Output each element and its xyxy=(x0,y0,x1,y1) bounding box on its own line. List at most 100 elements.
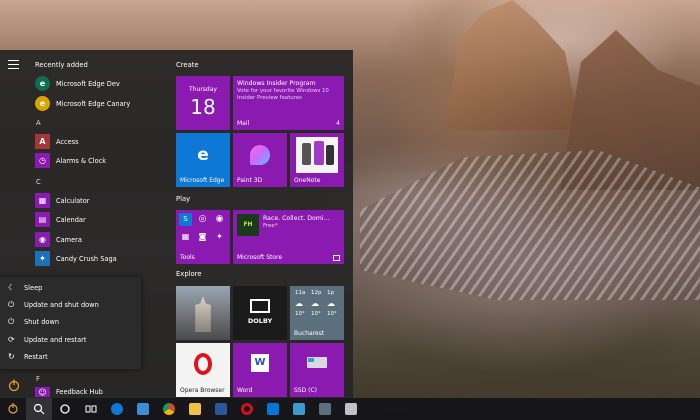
app-label: Feedback Hub xyxy=(56,388,103,396)
paint3d-label: Paint 3D xyxy=(237,177,263,184)
opera-icon xyxy=(194,353,212,375)
microsoft-store-tile[interactable]: FH Race. Collect. Domi... Free* Microsof… xyxy=(233,210,344,264)
onenote-taskbar-icon[interactable] xyxy=(260,398,286,420)
weather-temp: 10° xyxy=(295,311,305,317)
weather-time: 12p xyxy=(311,290,322,296)
calendar-icon: ▤ xyxy=(35,212,50,227)
app-item-edge-dev[interactable]: e Microsoft Edge Dev xyxy=(35,75,120,92)
store-label: Microsoft Store xyxy=(237,254,283,261)
photos-taskbar-icon[interactable] xyxy=(312,398,338,420)
app-item-feedback-hub[interactable]: ☺ Feedback Hub xyxy=(35,387,103,397)
power-shutdown[interactable]: ⏻ Shut down xyxy=(0,313,141,330)
power-button[interactable] xyxy=(5,376,23,394)
dolby-icon xyxy=(250,299,270,313)
calendar-tile[interactable]: Thursday 18 xyxy=(176,76,230,130)
power-label: Restart xyxy=(24,352,48,361)
update-restart-icon: ⟳ xyxy=(8,335,15,344)
skype-icon: S xyxy=(179,213,192,226)
power-icon: ⏻ xyxy=(8,316,15,326)
mail-label: Mail xyxy=(237,120,250,127)
start-button[interactable] xyxy=(0,398,26,420)
app-item-edge-canary[interactable]: e Microsoft Edge Canary xyxy=(35,95,130,112)
letter-header-f[interactable]: F xyxy=(36,375,40,383)
search-icon[interactable] xyxy=(26,398,52,420)
groove-icon: ◎ xyxy=(198,214,207,224)
file-explorer-icon[interactable] xyxy=(182,398,208,420)
power-restart[interactable]: ↻ Restart xyxy=(0,348,141,365)
opera-taskbar-icon[interactable] xyxy=(234,398,260,420)
tools-tile[interactable]: S ◎ ◉ ▦ ◙ ✦ Tools xyxy=(176,210,230,264)
app-label: Microsoft Edge Dev xyxy=(56,79,120,88)
word-taskbar-icon[interactable] xyxy=(208,398,234,420)
group-title-create[interactable]: Create xyxy=(176,61,199,69)
maps-small-icon: ✦ xyxy=(216,232,223,241)
word-icon: W xyxy=(251,354,269,372)
app-item-calendar[interactable]: ▤ Calendar xyxy=(35,211,86,228)
opera-tile[interactable]: Opera Browser xyxy=(176,343,230,397)
tools-label: Tools xyxy=(180,254,195,261)
app-item-alarms[interactable]: ◷ Alarms & Clock xyxy=(35,152,106,169)
paint3d-icon xyxy=(250,145,270,165)
app-label: Microsoft Edge Canary xyxy=(56,99,131,108)
power-label: Update and restart xyxy=(24,335,87,344)
word-tile[interactable]: W Word xyxy=(233,343,287,397)
power-update-restart[interactable]: ⟳ Update and restart xyxy=(0,331,141,348)
app-item-access[interactable]: A Access xyxy=(35,133,79,150)
calculator-icon: ▦ xyxy=(35,193,50,208)
power-label: Update and shut down xyxy=(24,300,99,309)
store-promo-sub: Free* xyxy=(263,223,278,229)
recently-added-title: Recently added xyxy=(35,61,88,69)
restart-icon: ↻ xyxy=(8,352,15,361)
onenote-label: OneNote xyxy=(294,177,321,184)
word-label: Word xyxy=(237,387,253,394)
ssd-tile[interactable]: SSD (C) xyxy=(290,343,344,397)
store-promo-title: Race. Collect. Domi... xyxy=(263,215,330,222)
power-sleep[interactable]: ☾ Sleep xyxy=(0,279,141,296)
calendar-day: Thursday xyxy=(189,86,217,93)
group-title-play[interactable]: Play xyxy=(176,195,190,203)
alarm-clock-icon: ◷ xyxy=(35,153,50,168)
app-label: Access xyxy=(56,137,79,146)
shopping-bag-icon xyxy=(333,255,340,261)
photos-tile[interactable] xyxy=(176,286,230,340)
onenote-tile[interactable]: OneNote xyxy=(290,133,344,187)
start-menu: Recently added e Microsoft Edge Dev e Mi… xyxy=(0,50,353,398)
power-update-shutdown[interactable]: ⏻ Update and shut down xyxy=(0,296,141,313)
letter-header-a[interactable]: A xyxy=(36,119,41,127)
cortana-icon[interactable] xyxy=(52,398,78,420)
weather-temp: 10° xyxy=(311,311,321,317)
weather-tile[interactable]: 11a 12p 1p ☁ ☁ ☁ 10° 10° 10° Bucharest xyxy=(290,286,344,340)
group-title-explore[interactable]: Explore xyxy=(176,270,202,278)
mail-tile[interactable]: Windows Insider Program Vote for your fa… xyxy=(233,76,344,130)
update-power-icon: ⏻ xyxy=(8,299,15,309)
feedback-hub-icon: ☺ xyxy=(35,387,50,397)
snip-taskbar-icon[interactable] xyxy=(338,398,364,420)
task-view-icon[interactable] xyxy=(78,398,104,420)
edge-taskbar-icon[interactable] xyxy=(104,398,130,420)
app-item-candy-crush[interactable]: ✦ Candy Crush Saga xyxy=(35,250,117,267)
store-taskbar-icon[interactable] xyxy=(130,398,156,420)
weather-label: Bucharest xyxy=(294,330,325,337)
dolby-tile[interactable]: DOLBY xyxy=(233,286,287,340)
mail-header: Windows Insider Program xyxy=(237,80,316,87)
movies-icon: ◉ xyxy=(215,214,224,224)
tile-area: Create Thursday 18 Windows Insider Progr… xyxy=(176,50,353,398)
chrome-icon[interactable] xyxy=(156,398,182,420)
letter-header-c[interactable]: C xyxy=(36,178,41,186)
weather-time: 1p xyxy=(327,290,334,296)
weather-time: 11a xyxy=(295,290,306,296)
app-item-calculator[interactable]: ▦ Calculator xyxy=(35,192,89,209)
onenote-preview-icon xyxy=(296,137,338,173)
app-item-camera[interactable]: ◉ Camera xyxy=(35,231,82,248)
app-label: Camera xyxy=(56,235,82,244)
hamburger-menu-icon[interactable] xyxy=(8,60,19,69)
edge-dev-icon: e xyxy=(35,76,50,91)
paint3d-tile[interactable]: Paint 3D xyxy=(233,133,287,187)
edge-tile[interactable]: e Microsoft Edge xyxy=(176,133,230,187)
settings-taskbar-icon[interactable] xyxy=(286,398,312,420)
calc-small-icon: ▦ xyxy=(181,232,190,241)
mountain-peak xyxy=(445,0,580,130)
cloud-icon: ☁ xyxy=(311,299,319,308)
power-orange-icon xyxy=(8,403,18,414)
forza-icon: FH xyxy=(237,214,259,236)
